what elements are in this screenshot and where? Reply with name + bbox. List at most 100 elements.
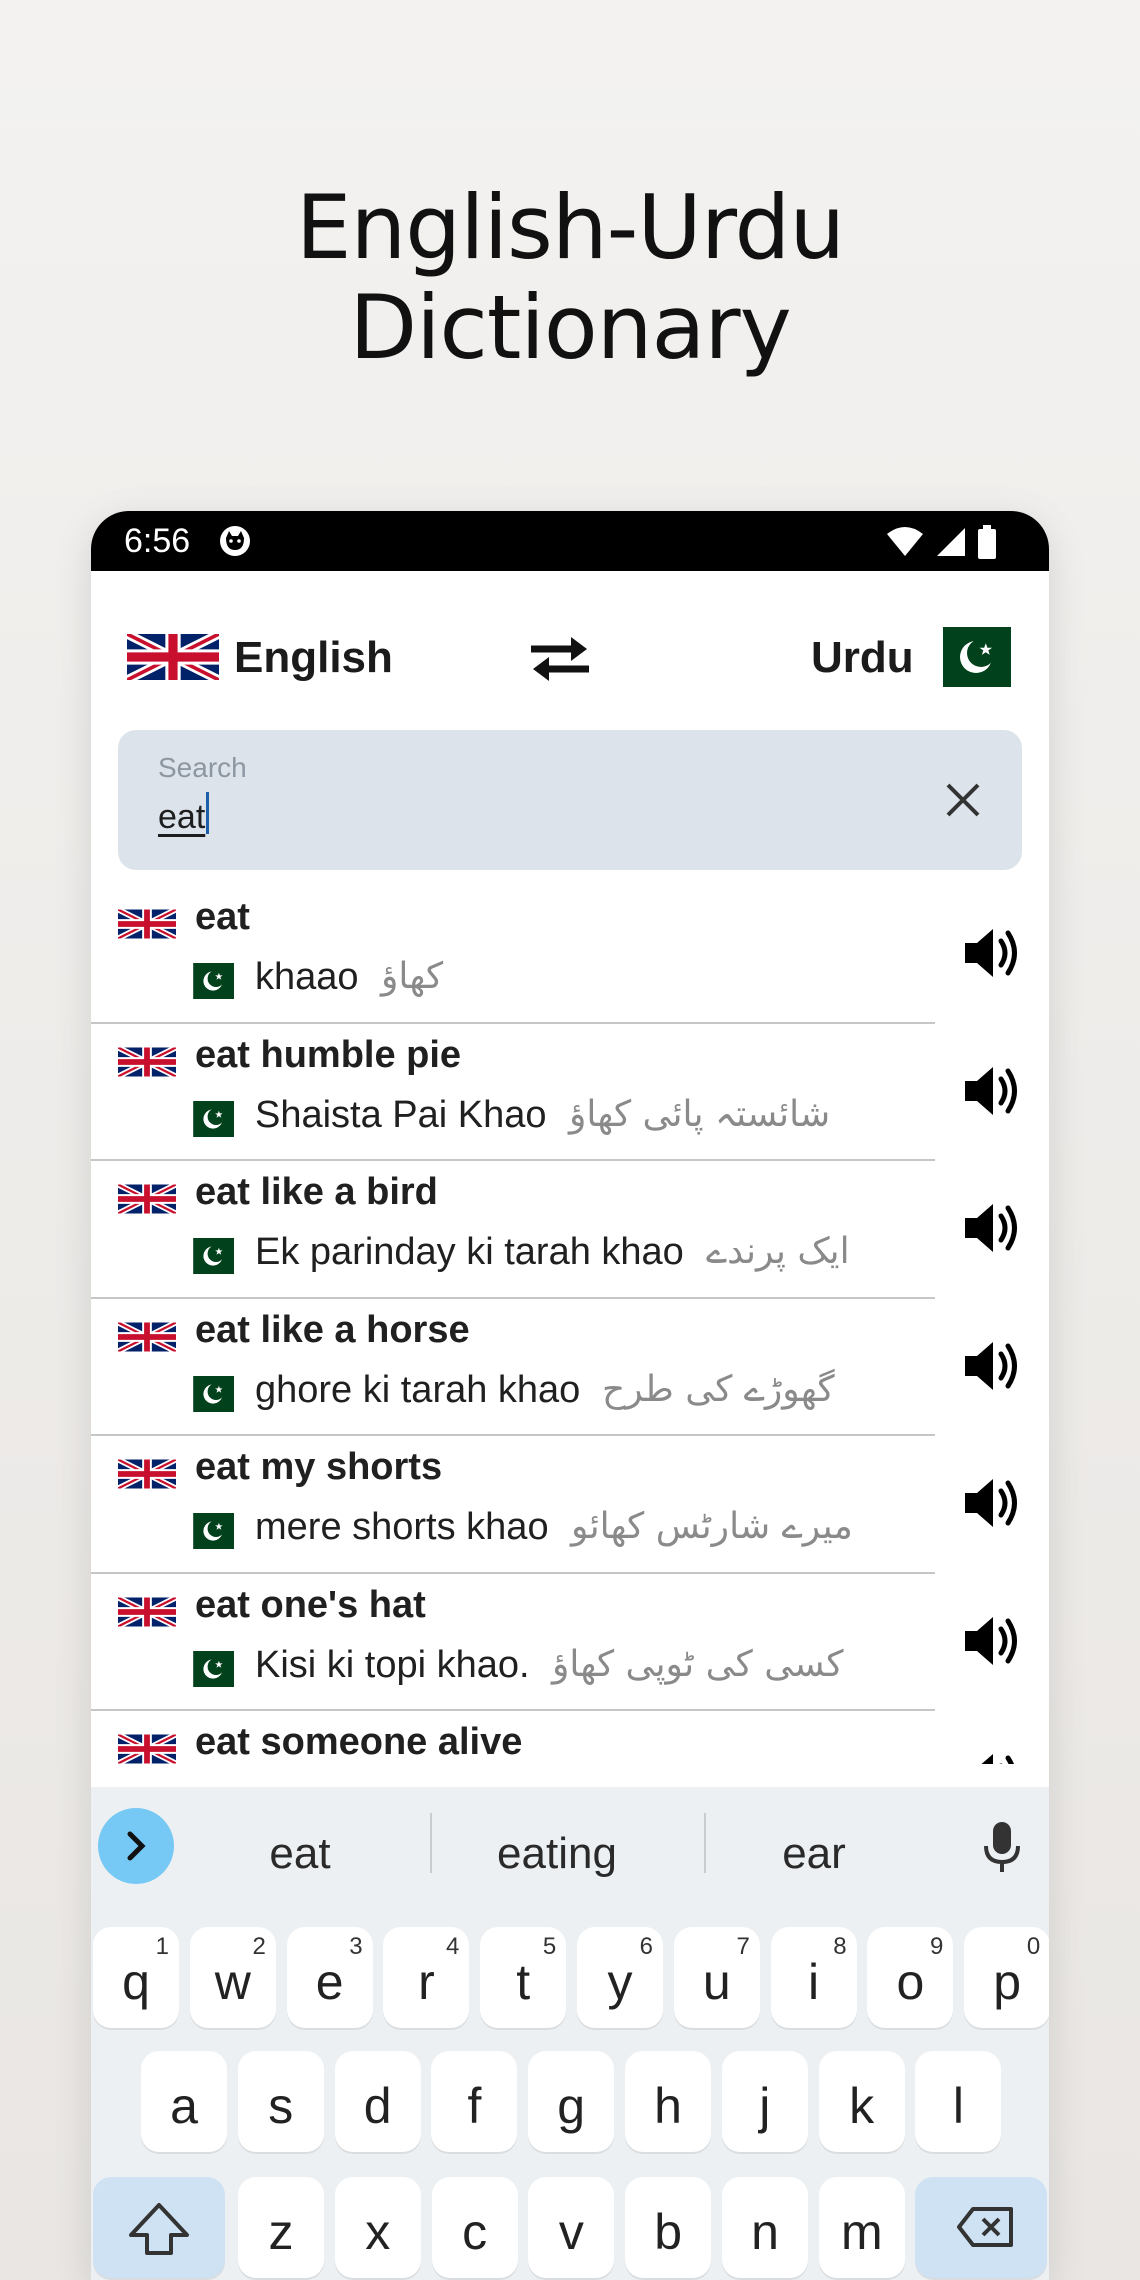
key-x[interactable]: x <box>334 2177 421 2278</box>
uk-flag-icon <box>118 1593 176 1631</box>
status-time: 6:56 <box>124 522 191 560</box>
english-word: eat like a bird <box>195 1171 438 1213</box>
shift-key[interactable] <box>93 2177 225 2278</box>
promo-title-line-2: Dictionary <box>349 276 791 379</box>
key-label: v <box>558 2204 584 2260</box>
result-row[interactable]: eat humble pie Shaista Pai Khao شائستہ پائ… <box>91 1024 1049 1161</box>
key-i[interactable]: i8 <box>770 1927 857 2028</box>
key-r[interactable]: r4 <box>383 1927 470 2028</box>
source-language[interactable]: English <box>234 633 393 683</box>
result-row[interactable]: eat one's hat Kisi ki topi khao. کسی کی ٹو… <box>91 1574 1049 1711</box>
key-number-hint: 2 <box>252 1933 266 1960</box>
result-row[interactable]: eat like a horse ghore ki tarah khao گھوڑے… <box>91 1299 1049 1436</box>
battery-icon <box>978 525 996 559</box>
expand-toolbar-button[interactable] <box>98 1808 174 1884</box>
result-row[interactable]: eat someone alive <box>91 1711 1049 1764</box>
key-u[interactable]: u7 <box>673 1927 760 2028</box>
key-s[interactable]: s <box>237 2051 324 2152</box>
key-n[interactable]: n <box>722 2177 808 2278</box>
key-label: u <box>702 1954 731 2010</box>
swap-arrows-icon[interactable] <box>525 631 595 687</box>
key-l[interactable]: l <box>915 2051 1002 2152</box>
key-label: z <box>268 2204 294 2260</box>
roman-urdu-translation: Shaista Pai Khao <box>255 1093 547 1136</box>
uk-flag-icon[interactable] <box>127 626 219 688</box>
speaker-icon[interactable] <box>959 1059 1023 1123</box>
key-label: s <box>268 2078 294 2134</box>
microphone-icon[interactable] <box>980 1820 1024 1874</box>
pakistan-flag-icon <box>179 1513 235 1549</box>
key-j[interactable]: j <box>721 2051 808 2152</box>
urdu-script-translation: گھوڑے کی طرح <box>602 1368 835 1410</box>
pakistan-flag-icon <box>179 1651 235 1687</box>
search-input[interactable]: eat <box>158 792 210 837</box>
key-number-hint: 1 <box>155 1933 169 1960</box>
key-q[interactable]: q1 <box>93 1927 179 2028</box>
close-icon[interactable] <box>942 779 984 821</box>
key-c[interactable]: c <box>431 2177 518 2278</box>
target-language[interactable]: Urdu <box>811 633 914 683</box>
key-d[interactable]: d <box>334 2051 421 2152</box>
key-number-hint: 9 <box>930 1933 944 1960</box>
results-list: eat khaao کھاؤ eat humble pie Shaista Pai Kh… <box>91 886 1049 1764</box>
english-word: eat like a horse <box>195 1308 470 1351</box>
key-f[interactable]: f <box>431 2051 518 2152</box>
key-v[interactable]: v <box>528 2177 615 2278</box>
key-label: a <box>170 2078 198 2134</box>
key-label: p <box>993 1954 1022 2010</box>
suggestion-1[interactable]: eat <box>190 1829 410 1879</box>
key-label: e <box>315 1954 344 2010</box>
speaker-icon[interactable] <box>959 921 1023 985</box>
speaker-icon[interactable] <box>959 1334 1023 1398</box>
search-field[interactable]: Search eat <box>118 730 1022 870</box>
key-p[interactable]: p0 <box>964 1927 1049 2028</box>
key-number-hint: 5 <box>542 1933 557 1960</box>
roman-urdu-translation: Ek parinday ki tarah khao <box>255 1231 684 1273</box>
key-g[interactable]: g <box>528 2051 615 2152</box>
key-number-hint: 4 <box>446 1933 460 1960</box>
speaker-icon[interactable] <box>959 1609 1023 1673</box>
pakistan-flag-icon <box>179 1376 235 1412</box>
key-number-hint: 6 <box>639 1933 653 1960</box>
backspace-icon <box>957 2207 1013 2247</box>
key-label: b <box>654 2204 683 2260</box>
speaker-icon[interactable] <box>959 1471 1023 1535</box>
result-row[interactable]: eat my shorts mere shorts khao میرے شارٹس … <box>91 1436 1049 1574</box>
key-o[interactable]: o9 <box>867 1927 954 2028</box>
key-e[interactable]: e3 <box>286 1927 373 2028</box>
result-row[interactable]: eat like a bird Ek parinday ki tarah khao… <box>91 1161 1049 1299</box>
key-h[interactable]: h <box>625 2051 711 2152</box>
pakistan-flag-icon <box>179 1238 235 1274</box>
speaker-icon[interactable] <box>959 1196 1023 1260</box>
key-a[interactable]: a <box>141 2051 227 2152</box>
key-number-hint: 8 <box>833 1933 847 1960</box>
suggestion-bar: eat eating ear <box>91 1787 1049 1907</box>
speaker-icon[interactable] <box>959 1746 1023 1764</box>
uk-flag-icon <box>118 905 176 943</box>
keyboard: eat eating ear q1w2e3r4t5y6u7i8o9p0asdfg… <box>91 1787 1049 2280</box>
key-b[interactable]: b <box>625 2177 712 2278</box>
pakistan-flag-icon <box>179 1101 235 1137</box>
result-row[interactable]: eat khaao کھاؤ <box>91 886 1049 1024</box>
uk-flag-icon <box>118 1455 176 1493</box>
uk-flag-icon <box>118 1043 176 1081</box>
backspace-key[interactable] <box>915 2177 1047 2278</box>
status-bar: 6:56 <box>91 511 1049 571</box>
key-m[interactable]: m <box>818 2177 905 2278</box>
suggestion-2[interactable]: eating <box>447 1829 667 1879</box>
key-number-hint: 7 <box>736 1933 750 1960</box>
roman-urdu-translation: ghore ki tarah khao <box>255 1368 581 1411</box>
key-label: n <box>751 2204 779 2260</box>
key-z[interactable]: z <box>238 2177 324 2278</box>
suggestion-3[interactable]: ear <box>704 1829 924 1879</box>
english-word: eat one's hat <box>195 1583 426 1626</box>
english-word: eat humble pie <box>195 1033 462 1076</box>
uk-flag-icon <box>118 1318 176 1356</box>
key-t[interactable]: t5 <box>480 1927 567 2028</box>
key-y[interactable]: y6 <box>577 1927 663 2028</box>
search-placeholder: Search <box>158 752 247 783</box>
key-k[interactable]: k <box>818 2051 905 2152</box>
key-w[interactable]: w2 <box>189 1927 276 2028</box>
pakistan-flag-icon[interactable] <box>920 627 1012 687</box>
roman-urdu-translation: Kisi ki topi khao. <box>255 1643 530 1686</box>
